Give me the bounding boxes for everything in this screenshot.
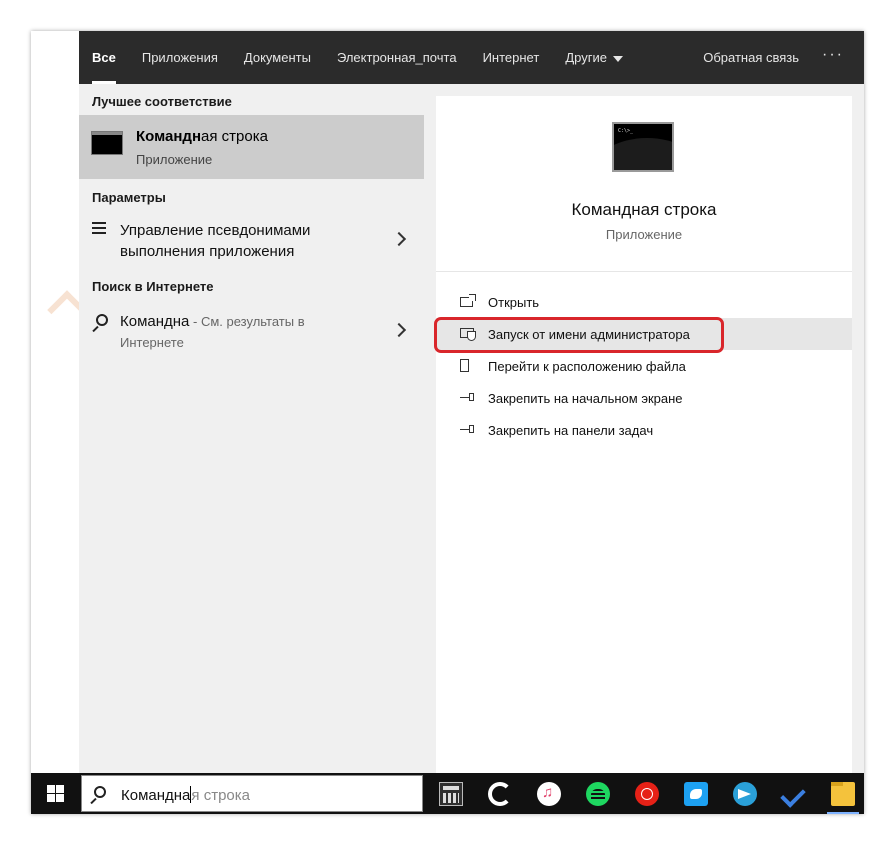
highlight-annotation — [434, 317, 724, 353]
results-panel: Лучшее соответствие Командная строка При… — [79, 84, 424, 773]
tab-more-label: Другие — [565, 50, 607, 65]
chevron-down-icon — [612, 55, 623, 62]
file-location-icon — [460, 359, 469, 372]
best-match-subtitle: Приложение — [136, 152, 213, 167]
best-match-result[interactable]: Командная строка Приложение — [79, 115, 424, 179]
tab-more-dropdown[interactable]: Другие — [552, 31, 636, 84]
feedback-link[interactable]: Обратная связь — [690, 31, 812, 84]
app-preview-panel: C:\>_ Командная строка Приложение Открыт… — [436, 96, 852, 773]
itunes-icon[interactable] — [537, 782, 561, 806]
settings-result-label: Управление псевдонимами выполнения прило… — [120, 222, 311, 260]
taskbar-search-input[interactable]: Командная строка — [81, 775, 423, 812]
tab-apps[interactable]: Приложения — [129, 31, 231, 84]
search-icon — [94, 786, 106, 798]
chevron-right-icon[interactable] — [391, 322, 407, 338]
web-search-result[interactable]: Команднa - См. результаты в Интернете — [79, 308, 424, 358]
active-app-indicator — [827, 812, 859, 814]
chevron-right-icon[interactable] — [391, 231, 407, 247]
action-pin-to-start[interactable]: Закрепить на начальном экране — [436, 382, 852, 414]
settings-result[interactable]: Управление псевдонимами выполнения прило… — [79, 217, 424, 267]
command-prompt-icon — [91, 131, 123, 155]
swirl-app-icon[interactable] — [488, 782, 512, 806]
web-search-label: Команднa - См. результаты в Интернете — [120, 313, 305, 350]
search-query-text: Командная строка — [121, 786, 250, 804]
action-pin-to-start-label: Закрепить на начальном экране — [488, 391, 683, 406]
tab-documents[interactable]: Документы — [231, 31, 324, 84]
web-search-header: Поиск в Интернете — [92, 279, 214, 294]
windows-logo-icon — [47, 785, 64, 802]
action-pin-to-taskbar-label: Закрепить на панели задач — [488, 423, 654, 438]
desktop: Все Приложения Документы Электронная_поч… — [31, 31, 864, 814]
open-icon — [460, 294, 476, 307]
tab-all[interactable]: Все — [79, 31, 129, 84]
youtube-music-icon[interactable] — [635, 782, 659, 806]
action-pin-to-taskbar[interactable]: Закрепить на панели задач — [436, 414, 852, 446]
action-open-file-location-label: Перейти к расположению файла — [488, 359, 686, 374]
twitter-icon[interactable] — [684, 782, 708, 806]
pin-icon — [460, 425, 476, 435]
pin-icon — [460, 393, 476, 403]
tab-web[interactable]: Интернет — [470, 31, 553, 84]
search-icon — [96, 314, 108, 326]
command-prompt-large-icon: C:\>_ — [612, 122, 674, 172]
list-settings-icon — [92, 222, 106, 236]
divider — [436, 271, 852, 272]
start-button[interactable] — [31, 773, 79, 814]
action-open-file-location[interactable]: Перейти к расположению файла — [436, 350, 852, 382]
file-explorer-icon[interactable] — [831, 782, 855, 806]
search-scope-nav: Все Приложения Документы Электронная_поч… — [79, 31, 864, 84]
spotify-icon[interactable] — [586, 782, 610, 806]
todo-icon[interactable] — [782, 782, 806, 806]
taskbar: Командная строка — [31, 773, 864, 814]
action-open[interactable]: Открыть — [436, 286, 852, 318]
desktop-background — [31, 31, 87, 773]
preview-app-title: Командная строка — [571, 200, 717, 219]
settings-header: Параметры — [92, 190, 166, 205]
best-match-header: Лучшее соответствие — [92, 94, 232, 109]
more-options-icon[interactable]: ··· — [812, 31, 864, 84]
preview-app-type: Приложение — [605, 227, 683, 242]
tab-email[interactable]: Электронная_почта — [324, 31, 470, 84]
telegram-icon[interactable] — [733, 782, 757, 806]
action-open-label: Открыть — [488, 295, 540, 310]
best-match-title: Командная строка — [136, 128, 268, 145]
calculator-icon[interactable] — [439, 782, 463, 806]
